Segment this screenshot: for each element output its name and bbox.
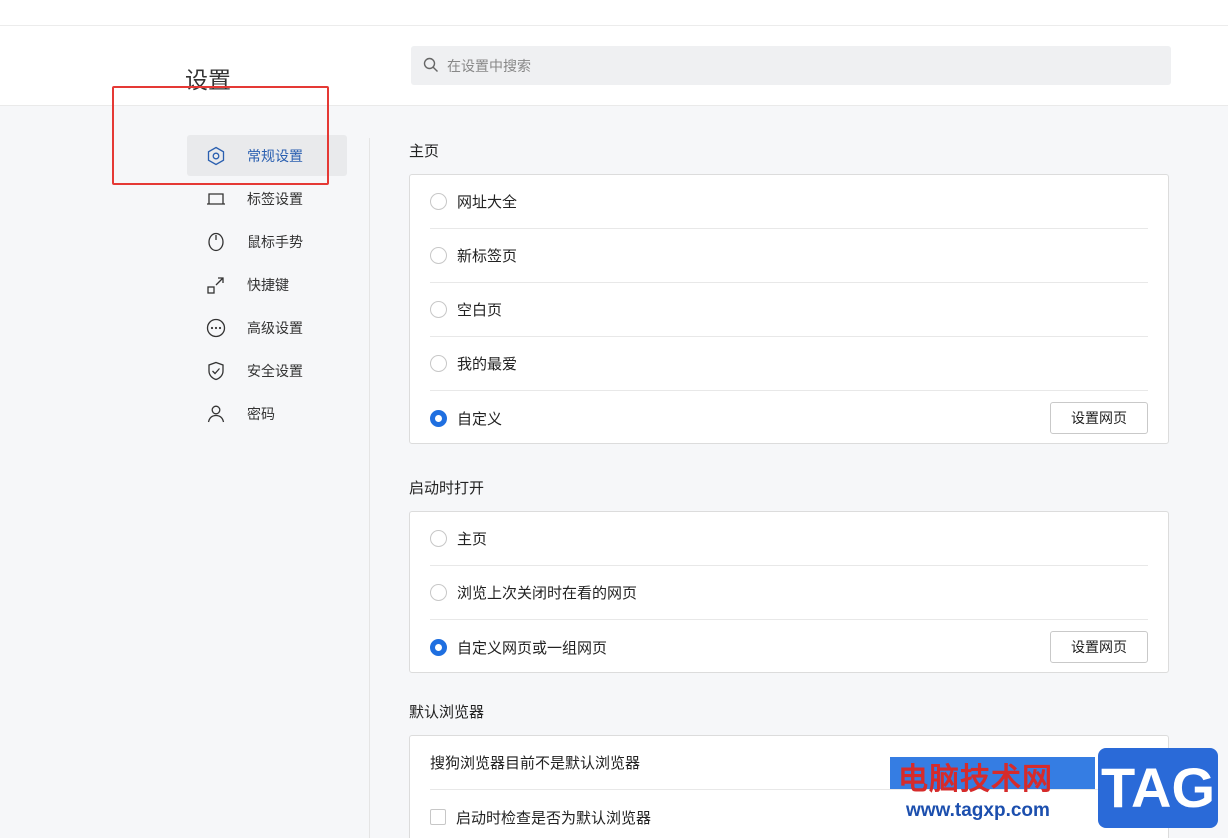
search-box[interactable] (411, 46, 1171, 85)
homepage-option[interactable]: 我的最爱 (430, 337, 1148, 391)
radio-button[interactable] (430, 193, 447, 210)
settings-header: 设置 (0, 26, 1228, 106)
sidebar-item-password[interactable]: 密码 (187, 393, 347, 434)
search-icon (423, 57, 438, 72)
sidebar-item-label: 鼠标手势 (247, 233, 303, 250)
homepage-option[interactable]: 新标签页 (430, 229, 1148, 283)
radio-button[interactable] (430, 247, 447, 264)
radio-button[interactable] (430, 355, 447, 372)
option-label: 主页 (457, 531, 488, 548)
homepage-option-custom[interactable]: 自定义 设置网页 (430, 391, 1148, 445)
sidebar-item-general[interactable]: 常规设置 (187, 135, 347, 176)
radio-button[interactable] (430, 301, 447, 318)
mouse-icon (208, 232, 224, 252)
option-label: 网址大全 (457, 194, 518, 211)
option-label: 我的最爱 (457, 356, 518, 373)
homepage-option[interactable]: 网址大全 (430, 175, 1148, 229)
search-input[interactable] (447, 46, 1147, 85)
default-browser-section-title: 默认浏览器 (409, 704, 485, 721)
option-label: 浏览上次关闭时在看的网页 (457, 585, 638, 602)
option-label: 新标签页 (457, 248, 518, 265)
sidebar-item-security[interactable]: 安全设置 (187, 350, 347, 391)
radio-button-selected[interactable] (430, 409, 447, 427)
default-browser-card: 搜狗浏览器目前不是默认浏览器 启动时检查是否为默认浏览器 (409, 735, 1169, 838)
homepage-option[interactable]: 空白页 (430, 283, 1148, 337)
sidebar-divider (369, 138, 370, 838)
tab-icon (207, 193, 225, 205)
sidebar-item-label: 安全设置 (247, 362, 303, 379)
startup-option[interactable]: 浏览上次关闭时在看的网页 (430, 566, 1148, 620)
startup-section-title: 启动时打开 (409, 480, 485, 497)
sidebar-item-label: 标签设置 (247, 190, 303, 207)
sidebar-item-label: 密码 (247, 405, 275, 422)
checkbox-label: 启动时检查是否为默认浏览器 (456, 809, 652, 827)
more-circle-icon (206, 318, 226, 338)
sidebar-item-label: 快捷键 (247, 276, 289, 293)
option-label: 空白页 (457, 302, 503, 319)
sidebar-item-label: 常规设置 (247, 147, 303, 164)
hexagon-settings-icon (207, 146, 225, 166)
sidebar-item-tabs[interactable]: 标签设置 (187, 178, 347, 219)
top-strip (0, 0, 1228, 26)
checkbox[interactable] (430, 809, 446, 825)
homepage-card: 网址大全 新标签页 空白页 我的最爱 自定义 设置网页 (409, 174, 1169, 444)
shield-icon (208, 361, 224, 381)
radio-button[interactable] (430, 584, 447, 601)
option-label: 自定义 (457, 410, 503, 428)
page-title: 设置 (185, 67, 231, 93)
shortcut-icon (207, 277, 224, 294)
sidebar-item-label: 高级设置 (247, 319, 303, 336)
startup-option[interactable]: 主页 (430, 512, 1148, 566)
sidebar-item-shortcuts[interactable]: 快捷键 (187, 264, 347, 305)
default-browser-status: 搜狗浏览器目前不是默认浏览器 (430, 755, 641, 772)
settings-sidebar: 常规设置 标签设置 鼠标手势 快捷键 高级设置 安全设置 密码 (187, 135, 347, 436)
default-browser-check-row[interactable]: 启动时检查是否为默认浏览器 (430, 790, 1148, 838)
homepage-section-title: 主页 (409, 143, 440, 160)
radio-button[interactable] (430, 530, 447, 547)
startup-card: 主页 浏览上次关闭时在看的网页 自定义网页或一组网页 设置网页 (409, 511, 1169, 673)
option-label: 自定义网页或一组网页 (457, 639, 608, 657)
radio-button-selected[interactable] (430, 638, 447, 656)
set-homepage-button[interactable]: 设置网页 (1050, 402, 1148, 434)
startup-option-custom[interactable]: 自定义网页或一组网页 设置网页 (430, 620, 1148, 674)
sidebar-item-mouse-gestures[interactable]: 鼠标手势 (187, 221, 347, 262)
set-startup-pages-button[interactable]: 设置网页 (1050, 631, 1148, 663)
sidebar-item-advanced[interactable]: 高级设置 (187, 307, 347, 348)
user-icon (207, 405, 225, 423)
default-browser-status-row: 搜狗浏览器目前不是默认浏览器 (430, 736, 1148, 790)
